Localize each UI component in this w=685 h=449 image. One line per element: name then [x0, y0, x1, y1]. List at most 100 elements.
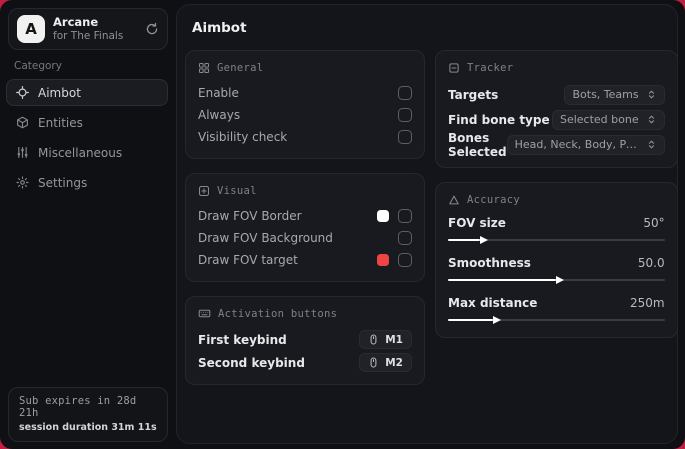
second-keybind-button[interactable]: M2: [359, 353, 412, 372]
fov-target-color-swatch[interactable]: [377, 254, 389, 266]
row-label: Max distance: [448, 296, 538, 310]
app-header-card: A Arcane for The Finals: [8, 8, 168, 50]
app-logo: A: [17, 15, 45, 43]
sidebar-item-label: Aimbot: [38, 85, 81, 100]
category-label: Category: [14, 60, 62, 72]
find-bone-type-select[interactable]: Selected bone: [551, 109, 665, 130]
row-label: Second keybind: [198, 355, 305, 370]
accuracy-row-fov-size: FOV size 50°: [448, 214, 665, 245]
visual-card: Visual Draw FOV Border Draw FOV Backgrou…: [185, 173, 425, 282]
general-card-header: General: [198, 60, 412, 75]
subscription-card: Sub expires in 28d 21h session duration …: [8, 387, 168, 442]
sidebar-item-settings[interactable]: Settings: [6, 169, 168, 196]
first-keybind-button[interactable]: M1: [359, 330, 412, 349]
subscription-expiry: Sub expires in 28d 21h: [19, 395, 137, 419]
tracker-card-header: Tracker: [448, 60, 665, 75]
smoothness-slider[interactable]: [448, 275, 665, 285]
general-card: General Enable Always Visibility check: [185, 50, 425, 159]
general-row-always: Always: [198, 104, 412, 126]
general-row-visibility-check: Visibility check: [198, 126, 412, 148]
tracker-row-find-bone-type: Find bone type Selected bone: [448, 107, 665, 132]
row-label: Draw FOV target: [198, 253, 298, 267]
row-label: Draw FOV Border: [198, 209, 302, 223]
row-label: FOV size: [448, 216, 506, 230]
card-title: Tracker: [467, 61, 514, 74]
slider-thumb[interactable]: [493, 316, 502, 324]
tracker-row-bones-selected: Bones Selected Head, Neck, Body, Pe..: [448, 130, 665, 159]
visual-row-fov-border: Draw FOV Border: [198, 205, 412, 227]
crosshair-icon: [16, 86, 29, 99]
visual-row-fov-background: Draw FOV Background: [198, 227, 412, 249]
sidebar-item-label: Entities: [38, 115, 83, 130]
max-distance-slider[interactable]: [448, 315, 665, 325]
select-value: Selected bone: [559, 113, 639, 126]
row-label: Draw FOV Background: [198, 231, 333, 245]
row-label: Always: [198, 108, 241, 122]
row-controls: [377, 253, 412, 267]
app-title-block: Arcane for The Finals: [53, 15, 137, 42]
sidebar-item-entities[interactable]: Entities: [6, 109, 168, 136]
chevron-updown-icon: [646, 114, 657, 125]
chevron-updown-icon: [646, 139, 657, 150]
accuracy-row-smoothness: Smoothness 50.0: [448, 254, 665, 285]
targets-select[interactable]: Bots, Teams: [564, 84, 665, 105]
app-window: A Arcane for The Finals Category Aimbot …: [0, 0, 685, 449]
slider-fill: [448, 316, 502, 324]
fov-background-checkbox[interactable]: [398, 231, 412, 245]
row-label: Enable: [198, 86, 239, 100]
row-label: Bones Selected: [448, 130, 507, 159]
box-minus-icon: [448, 62, 460, 74]
row-controls: [398, 231, 412, 245]
visibility-check-checkbox[interactable]: [398, 130, 412, 144]
accuracy-card: Accuracy FOV size 50° Smoothness 50.0 Ma…: [435, 182, 677, 338]
grid-icon: [198, 62, 210, 74]
keybind-value: M2: [385, 356, 403, 369]
card-title: Visual: [217, 184, 257, 197]
select-value: Bots, Teams: [572, 88, 639, 101]
slider-thumb[interactable]: [480, 236, 489, 244]
triangle-icon: [448, 194, 460, 206]
bones-selected-select[interactable]: Head, Neck, Body, Pe..: [506, 134, 665, 155]
page-title: Aimbot: [192, 20, 247, 36]
card-title: Activation buttons: [218, 307, 338, 320]
sidebar-item-label: Settings: [38, 175, 88, 190]
main-panel: Aimbot General Enable Always Visibility …: [176, 4, 678, 444]
activation-buttons-card: Activation buttons First keybind M1 Seco…: [185, 296, 425, 385]
app-name: Arcane: [53, 15, 99, 30]
general-row-enable: Enable: [198, 82, 412, 104]
smoothness-value: 50.0: [637, 256, 665, 270]
gear-icon: [16, 176, 29, 189]
cube-icon: [16, 116, 29, 129]
row-controls: [377, 209, 412, 223]
sidebar-item-miscellaneous[interactable]: Miscellaneous: [6, 139, 168, 166]
card-title: General: [217, 61, 264, 74]
fov-target-checkbox[interactable]: [398, 253, 412, 267]
viewfinder-icon: [198, 185, 210, 197]
fov-size-slider[interactable]: [448, 235, 665, 245]
accuracy-row-max-distance: Max distance 250m: [448, 294, 665, 325]
fov-border-checkbox[interactable]: [398, 209, 412, 223]
left-column: General Enable Always Visibility check V…: [185, 50, 425, 385]
card-title: Accuracy: [467, 193, 520, 206]
sidebar: A Arcane for The Finals Category Aimbot …: [0, 0, 174, 449]
row-label: Smoothness: [448, 256, 531, 270]
fov-size-value: 50°: [643, 216, 665, 230]
sidebar-nav: Aimbot Entities Miscellaneous Settings: [0, 79, 174, 196]
activation-card-header: Activation buttons: [198, 306, 412, 321]
max-distance-value: 250m: [630, 296, 665, 310]
select-value: Head, Neck, Body, Pe..: [514, 138, 639, 151]
row-label: Find bone type: [448, 112, 550, 127]
slider-thumb[interactable]: [556, 276, 565, 284]
slider-fill: [448, 276, 565, 284]
sidebar-item-aimbot[interactable]: Aimbot: [6, 79, 168, 106]
right-column: Tracker Targets Bots, Teams Find bone ty…: [435, 50, 677, 338]
fov-border-color-swatch[interactable]: [377, 210, 389, 222]
always-checkbox[interactable]: [398, 108, 412, 122]
refresh-icon[interactable]: [145, 22, 159, 36]
chevron-updown-icon: [646, 89, 657, 100]
enable-checkbox[interactable]: [398, 86, 412, 100]
accuracy-card-header: Accuracy: [448, 192, 665, 207]
tracker-card: Tracker Targets Bots, Teams Find bone ty…: [435, 50, 677, 168]
sidebar-item-label: Miscellaneous: [38, 145, 123, 160]
visual-row-fov-target: Draw FOV target: [198, 249, 412, 271]
